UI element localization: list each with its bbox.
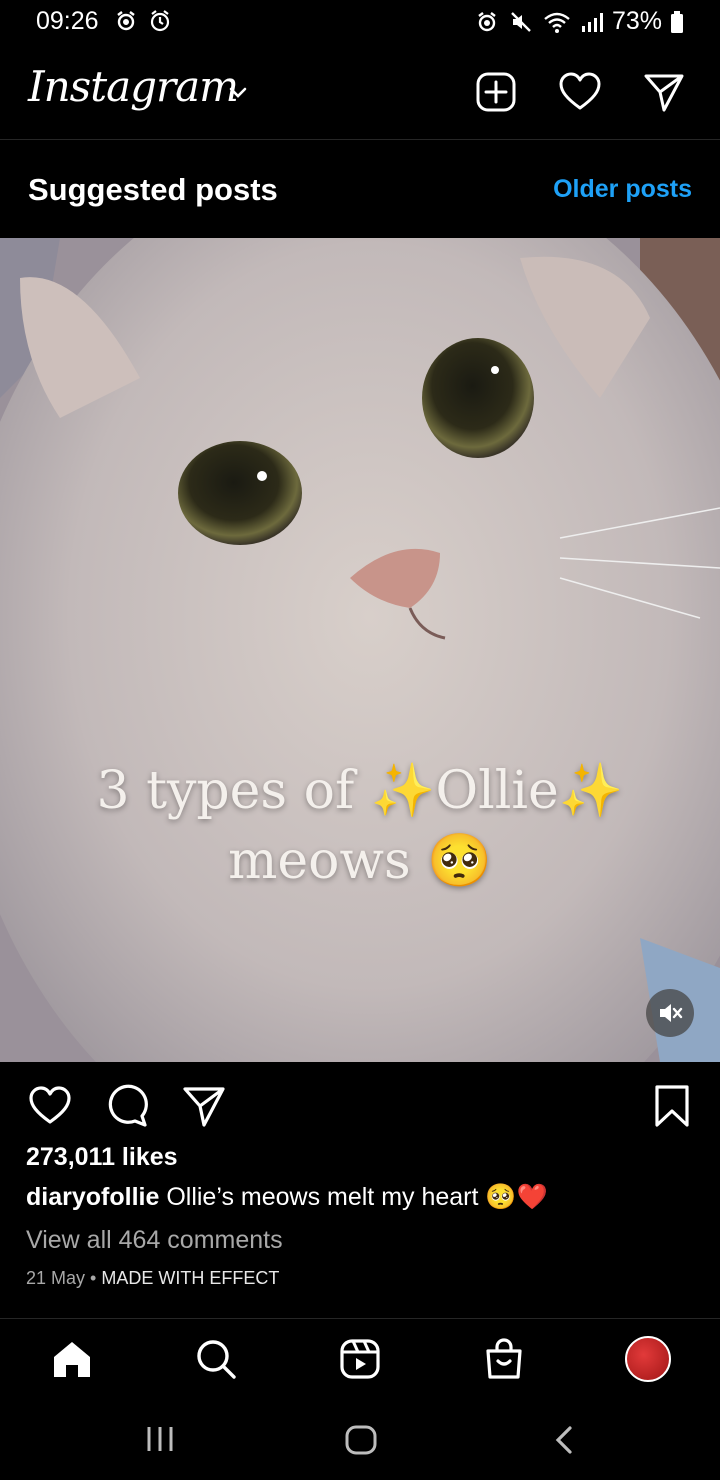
view-comments-link[interactable]: View all 464 comments bbox=[26, 1226, 283, 1255]
clock-icon bbox=[148, 9, 172, 33]
reels-icon[interactable] bbox=[334, 1333, 386, 1385]
mute-toggle-icon[interactable] bbox=[646, 989, 694, 1037]
post-media[interactable]: 3 types of ✨Ollie✨ meows 🥺 bbox=[0, 238, 720, 1062]
suggested-posts-bar: Suggested posts Older posts bbox=[0, 141, 720, 237]
overlay-caption-line1: 3 types of ✨Ollie✨ bbox=[96, 761, 624, 821]
heart-icon[interactable] bbox=[558, 70, 602, 114]
wifi-icon bbox=[542, 10, 572, 34]
suggested-posts-title: Suggested posts bbox=[28, 172, 278, 207]
cat-photo bbox=[0, 238, 720, 1062]
comment-icon[interactable] bbox=[102, 1082, 150, 1130]
post-caption: diaryofollie Ollie’s meows melt my heart… bbox=[26, 1183, 548, 1212]
alarm-icon bbox=[474, 10, 500, 34]
bottom-nav bbox=[0, 1318, 720, 1396]
avatar bbox=[625, 1336, 671, 1382]
new-post-icon[interactable] bbox=[474, 70, 518, 114]
save-icon[interactable] bbox=[648, 1082, 696, 1130]
chevron-down-icon[interactable] bbox=[228, 86, 248, 105]
post-date: 21 May bbox=[26, 1268, 86, 1288]
post-actions bbox=[0, 1062, 720, 1144]
search-icon[interactable] bbox=[190, 1333, 242, 1385]
app-header: Instagram bbox=[0, 44, 720, 140]
caption-username[interactable]: diaryofollie bbox=[26, 1183, 159, 1211]
system-nav-bar bbox=[0, 1396, 720, 1480]
meta-separator: • bbox=[90, 1268, 97, 1288]
profile-avatar[interactable] bbox=[622, 1333, 674, 1385]
instagram-logo[interactable]: Instagram bbox=[28, 62, 239, 111]
like-icon[interactable] bbox=[26, 1082, 74, 1130]
back-icon[interactable] bbox=[552, 1424, 576, 1461]
home-icon[interactable] bbox=[46, 1333, 98, 1385]
battery-icon bbox=[670, 10, 684, 34]
likes-count[interactable]: 273,011 likes bbox=[26, 1143, 178, 1172]
direct-message-icon[interactable] bbox=[642, 70, 686, 114]
mute-icon bbox=[508, 10, 534, 34]
older-posts-link[interactable]: Older posts bbox=[553, 175, 692, 204]
battery-percent: 73% bbox=[611, 7, 662, 35]
effect-label[interactable]: MADE WITH EFFECT bbox=[101, 1268, 279, 1288]
share-icon[interactable] bbox=[180, 1082, 228, 1130]
home-button-icon[interactable] bbox=[344, 1424, 378, 1461]
status-bar: 09:26 73% bbox=[0, 0, 720, 44]
post-meta: 21 May • MADE WITH EFFECT bbox=[26, 1268, 279, 1289]
overlay-caption-line2: meows 🥺 bbox=[228, 831, 492, 891]
status-time: 09:26 bbox=[36, 7, 99, 35]
alarm-icon bbox=[114, 9, 138, 33]
signal-icon bbox=[580, 10, 604, 34]
caption-text: Ollie’s meows melt my heart 🥺❤️ bbox=[166, 1183, 548, 1211]
recent-apps-icon[interactable] bbox=[146, 1424, 174, 1459]
shop-icon[interactable] bbox=[478, 1333, 530, 1385]
